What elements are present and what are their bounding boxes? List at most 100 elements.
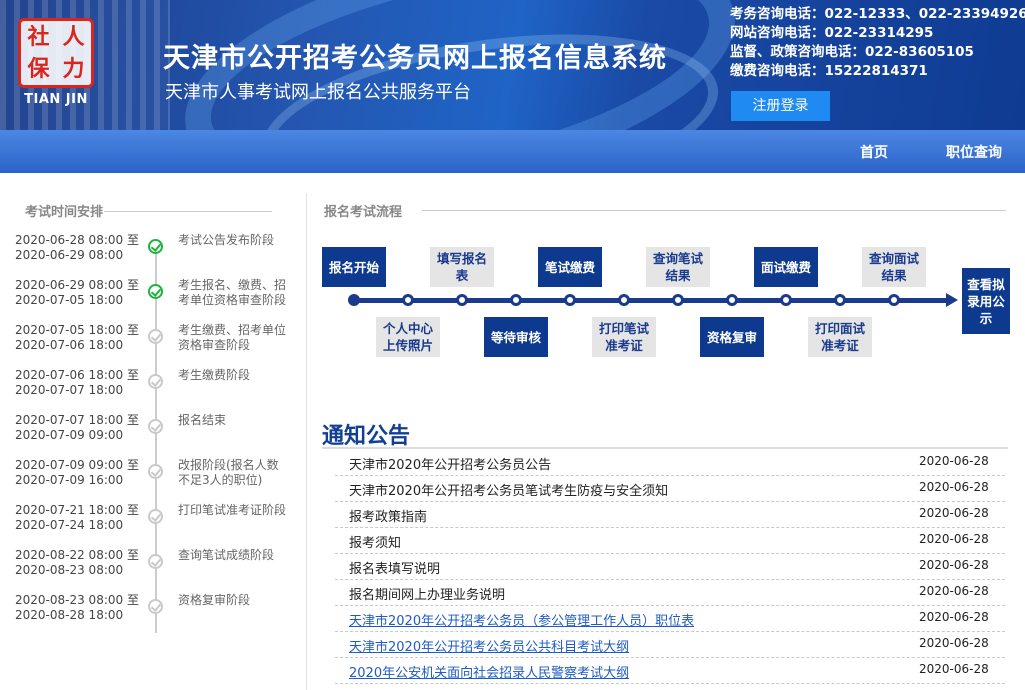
notice-row[interactable]: 天津市2020年公开招考公务员公共科目考试大纲 2020-06-28	[335, 632, 1005, 658]
divider	[306, 193, 307, 690]
check-circle-icon	[148, 374, 163, 389]
notice-date: 2020-06-28	[919, 532, 989, 546]
divider	[322, 447, 1008, 449]
process-step: 资格复审	[700, 317, 764, 357]
notice-list: 天津市2020年公开招考公务员公告 2020-06-28 天津市2020年公开招考公…	[335, 450, 1005, 684]
nav-position-query[interactable]: 职位查询	[946, 142, 1002, 162]
logo-char: 社	[27, 24, 50, 50]
process-step: 查看拟录用公示	[962, 268, 1010, 334]
schedule-step: 2020-06-29 08:00 至 2020-07-05 18:00 考生报名、…	[0, 278, 306, 322]
process-node	[618, 294, 630, 306]
notice-title: 通知公告	[322, 424, 411, 449]
logo-char: 力	[62, 56, 85, 82]
notice-row[interactable]: 报名表填写说明 2020-06-28	[335, 554, 1005, 580]
notice-row[interactable]: 天津市2020年公开招考公务员（参公管理工作人员）职位表 2020-06-28	[335, 606, 1005, 632]
process-track	[350, 298, 950, 303]
logo-text: TIAN JIN	[24, 92, 88, 107]
notice-row[interactable]: 天津市2020年公开招考公务员笔试考生防疫与安全须知 2020-06-28	[335, 476, 1005, 502]
notice-link[interactable]: 2020年公安机关面向社会招录人民警察考试大纲	[349, 662, 629, 681]
divider	[104, 211, 272, 212]
notice-date: 2020-06-28	[919, 480, 989, 494]
notice-row[interactable]: 报考须知 2020-06-28	[335, 528, 1005, 554]
process-step-label: 面试缴费	[760, 259, 811, 275]
schedule-step: 2020-08-23 08:00 至 2020-08-28 18:00 资格复审阶…	[0, 593, 306, 637]
notice-link[interactable]: 天津市2020年公开招考公务员公告	[349, 454, 551, 473]
notice-date: 2020-06-28	[919, 558, 989, 572]
contact-line: 考务咨询电话：022-12333、022-23394926	[730, 6, 1025, 22]
process-node	[456, 294, 468, 306]
schedule-step-time: 2020-07-09 09:00 至 2020-07-09 16:00	[15, 458, 139, 487]
notice-link[interactable]: 报考政策指南	[349, 506, 427, 525]
notice-link[interactable]: 天津市2020年公开招考公务员（参公管理工作人员）职位表	[349, 610, 694, 629]
schedule-step: 2020-07-06 18:00 至 2020-07-07 18:00 考生缴费阶…	[0, 368, 306, 412]
notice-link[interactable]: 报名期间网上办理业务说明	[349, 584, 505, 603]
schedule-step-time: 2020-07-21 18:00 至 2020-07-24 18:00	[15, 503, 139, 532]
schedule-step: 2020-07-07 18:00 至 2020-07-09 09:00 报名结束	[0, 413, 306, 457]
schedule-step-time: 2020-08-23 08:00 至 2020-08-28 18:00	[15, 593, 139, 622]
schedule-step-label: 改报阶段(报名人数不足3人的职位)	[178, 458, 279, 487]
schedule-step-time: 2020-08-22 08:00 至 2020-08-23 08:00	[15, 548, 139, 577]
process-step: 填写报名表	[430, 247, 494, 287]
contact-line: 监督、政策咨询电话：022-83605105	[730, 44, 974, 60]
schedule-step: 2020-08-22 08:00 至 2020-08-23 08:00 查询笔试成…	[0, 548, 306, 592]
process-title: 报名考试流程	[324, 205, 403, 220]
logo-char: 保	[27, 56, 50, 82]
schedule-title: 考试时间安排	[25, 205, 104, 220]
arrow-right-icon	[946, 293, 958, 307]
notice-link[interactable]: 天津市2020年公开招考公务员笔试考生防疫与安全须知	[349, 480, 668, 499]
process-step-label: 笔试缴费	[544, 259, 595, 275]
schedule-step: 2020-07-21 18:00 至 2020-07-24 18:00 打印笔试准…	[0, 503, 306, 547]
process-node	[348, 294, 360, 306]
notice-date: 2020-06-28	[919, 454, 989, 468]
check-circle-icon	[148, 329, 163, 344]
schedule-step: 2020-06-28 08:00 至 2020-06-29 08:00 考试公告发…	[0, 233, 306, 277]
schedule-step-time: 2020-07-07 18:00 至 2020-07-09 09:00	[15, 413, 139, 442]
schedule-step: 2020-07-09 09:00 至 2020-07-09 16:00 改报阶段(…	[0, 458, 306, 502]
process-step: 报名开始	[322, 247, 386, 287]
process-step-label: 查看拟录用公示	[967, 276, 1005, 326]
schedule-step-label: 考生报名、缴费、招考单位资格审查阶段	[178, 278, 287, 307]
process-step-label: 等待审核	[490, 329, 541, 345]
contact-info: 考务咨询电话：022-12333、022-23394926 网站咨询电话：022…	[730, 5, 1025, 81]
process-node	[402, 294, 414, 306]
check-circle-icon	[148, 419, 163, 434]
site-subtitle: 天津市人事考试网上报名公共服务平台	[165, 82, 471, 103]
process-node	[780, 294, 792, 306]
notice-link[interactable]: 报考须知	[349, 532, 401, 551]
process-node	[672, 294, 684, 306]
schedule-step-time: 2020-06-28 08:00 至 2020-06-29 08:00	[15, 233, 139, 262]
schedule-step-label: 查询笔试成绩阶段	[178, 548, 275, 562]
notice-date: 2020-06-28	[919, 584, 989, 598]
schedule-step-label: 打印笔试准考证阶段	[178, 503, 287, 517]
divider	[422, 210, 1006, 211]
process-step-label: 查询笔试结果	[652, 251, 703, 283]
process-step-label: 打印面试准考证	[814, 321, 865, 353]
check-circle-icon	[148, 554, 163, 569]
process-node	[726, 294, 738, 306]
notice-row[interactable]: 2020年公安机关面向社会招录人民警察考试大纲 2020-06-28	[335, 658, 1005, 684]
process-step: 等待审核	[484, 317, 548, 357]
schedule-step-time: 2020-06-29 08:00 至 2020-07-05 18:00	[15, 278, 139, 307]
process-step: 面试缴费	[754, 247, 818, 287]
schedule-step: 2020-07-05 18:00 至 2020-07-06 18:00 考生缴费、…	[0, 323, 306, 367]
schedule-step-time: 2020-07-05 18:00 至 2020-07-06 18:00	[15, 323, 139, 352]
process-step-label: 打印笔试准考证	[598, 321, 649, 353]
notice-link[interactable]: 天津市2020年公开招考公务员公共科目考试大纲	[349, 636, 629, 655]
notice-row[interactable]: 报名期间网上办理业务说明 2020-06-28	[335, 580, 1005, 606]
process-step-label: 个人中心上传照片	[382, 321, 433, 353]
register-login-button[interactable]: 注册登录	[731, 91, 830, 121]
schedule-step-time: 2020-07-06 18:00 至 2020-07-07 18:00	[15, 368, 139, 397]
process-step: 个人中心上传照片	[376, 317, 440, 357]
nav-home[interactable]: 首页	[860, 142, 888, 162]
notice-link[interactable]: 报名表填写说明	[349, 558, 440, 577]
site-logo[interactable]: 社 人 保 力 TIAN JIN	[14, 14, 98, 110]
process-node	[834, 294, 846, 306]
process-node	[564, 294, 576, 306]
process-step-label: 填写报名表	[436, 251, 487, 283]
process-step-label: 资格复审	[706, 329, 757, 345]
notice-row[interactable]: 天津市2020年公开招考公务员公告 2020-06-28	[335, 450, 1005, 476]
notice-row[interactable]: 报考政策指南 2020-06-28	[335, 502, 1005, 528]
check-circle-icon	[148, 599, 163, 614]
schedule-step-label: 考生缴费阶段	[178, 368, 251, 382]
notice-date: 2020-06-28	[919, 662, 989, 676]
